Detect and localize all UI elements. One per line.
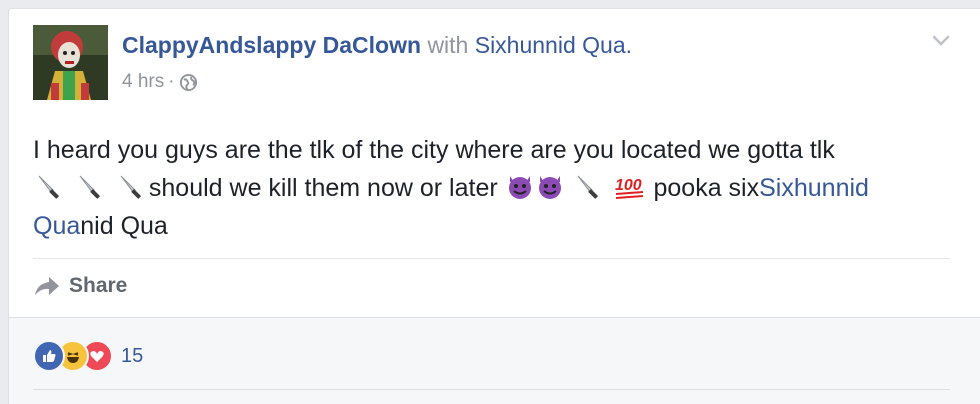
- knife-icon: [120, 175, 141, 199]
- chevron-down-icon[interactable]: [930, 29, 952, 51]
- post-meta: 4 hrs ·: [122, 71, 198, 93]
- post-header: ClappyAndslappy DaClown with Sixhunnid Q…: [122, 32, 632, 59]
- devil-face-icon: [538, 176, 561, 199]
- post-body: I heard you guys are the tlk of the city…: [33, 131, 953, 245]
- share-arrow-icon: [35, 277, 59, 295]
- divider: [33, 258, 950, 259]
- divider: [33, 389, 950, 390]
- author-name-link[interactable]: ClappyAndslappy DaClown: [122, 32, 421, 58]
- hundred-points-icon: 100: [615, 177, 643, 199]
- post-text-line1: I heard you guys are the tlk of the city…: [33, 136, 835, 164]
- devil-face-icon: [508, 176, 531, 199]
- reactions-bar: 15: [9, 317, 980, 404]
- share-button[interactable]: Share: [33, 274, 127, 298]
- globe-icon[interactable]: [179, 73, 198, 92]
- post-text-question: should we kill them now or later: [148, 174, 498, 202]
- knife-icon: [577, 175, 598, 199]
- mention-link-part2[interactable]: Qua: [33, 212, 80, 240]
- knife-icon: [79, 175, 101, 199]
- avatar[interactable]: [33, 25, 108, 100]
- mention-link-part1[interactable]: Sixhunnid: [759, 174, 869, 202]
- post-text-pooka: pooka six: [653, 174, 760, 202]
- meta-separator: ·: [168, 71, 175, 92]
- share-label: Share: [69, 274, 128, 297]
- knife-icon: [38, 175, 60, 199]
- reactions-summary[interactable]: 15: [33, 340, 143, 372]
- timestamp-link[interactable]: 4 hrs: [122, 71, 164, 93]
- post-text-end: nid Qua: [80, 212, 168, 240]
- tagged-user-link[interactable]: Sixhunnid Qua.: [475, 32, 632, 58]
- like-icon: [33, 340, 65, 372]
- reaction-count[interactable]: 15: [121, 345, 143, 368]
- post-card: ClappyAndslappy DaClown with Sixhunnid Q…: [8, 8, 980, 404]
- with-label: with: [427, 32, 469, 58]
